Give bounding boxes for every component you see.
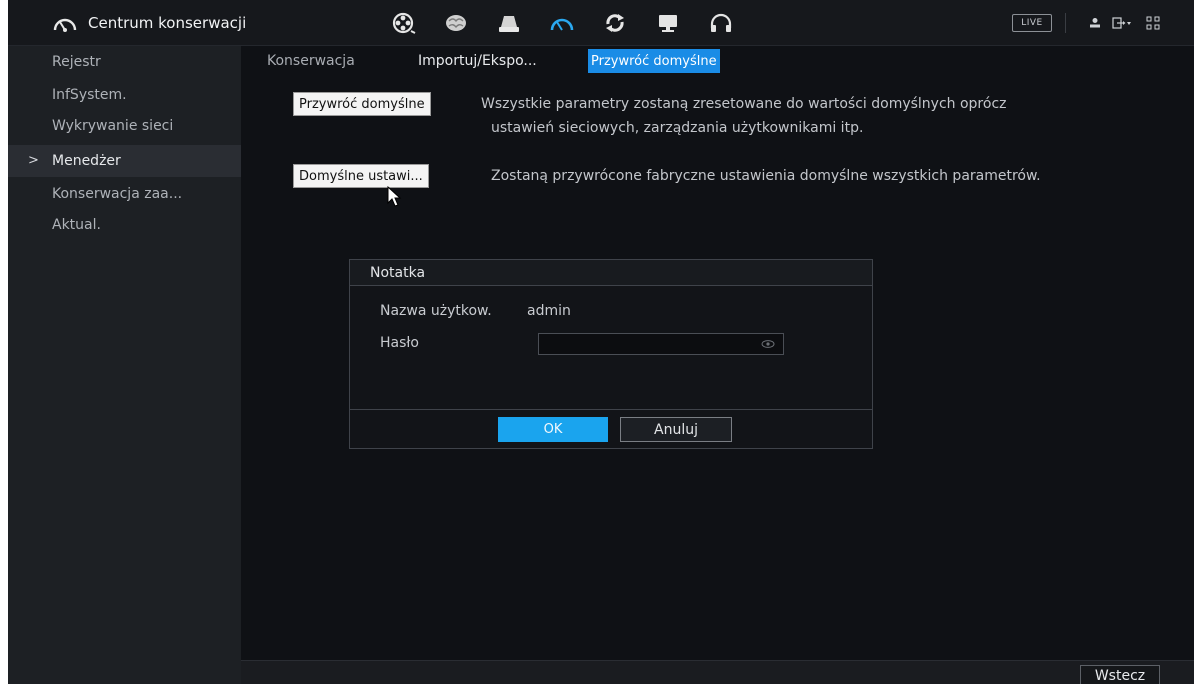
monitor-icon[interactable]: [651, 9, 685, 37]
sidebar-item-advanced-maintenance[interactable]: Konserwacja zaa...: [8, 178, 241, 210]
speedometer-icon[interactable]: [545, 9, 579, 37]
divider: [1065, 13, 1066, 33]
note-dialog: Notatka Nazwa użytkow. admin Hasło OK An…: [349, 259, 873, 449]
tab-maintenance[interactable]: Konserwacja: [264, 49, 358, 73]
sidebar-item-label: InfSystem.: [52, 87, 127, 103]
restore-defaults-button[interactable]: Przywróć domyślne: [293, 92, 431, 116]
bottom-bar: Wstecz: [241, 660, 1194, 684]
sync-icon[interactable]: [598, 9, 632, 37]
sidebar-item-label: Menedżer: [52, 153, 121, 169]
tab-restore-defaults[interactable]: Przywróć domyślne: [588, 49, 720, 73]
dialog-title: Notatka: [350, 260, 872, 286]
password-field[interactable]: [538, 333, 784, 355]
sidebar-item-update[interactable]: Aktual.: [8, 209, 241, 241]
factory-defaults-button[interactable]: Domyślne ustawi...: [293, 164, 429, 188]
user-icon[interactable]: [1086, 14, 1104, 32]
top-bar: Centrum konserwacji LIVE: [8, 0, 1194, 46]
sidebar-item-label: Rejestr: [52, 54, 101, 70]
dialog-divider: [350, 409, 872, 410]
app-title-label: Centrum konserwacji: [88, 14, 247, 32]
storage-icon[interactable]: [492, 9, 526, 37]
brain-icon[interactable]: [439, 9, 473, 37]
chevron-right-icon: >: [28, 153, 39, 168]
restore-defaults-description: Wszystkie parametry zostaną zresetowane …: [481, 96, 1007, 112]
qr-grid-icon[interactable]: [1144, 14, 1162, 32]
speedometer-icon: [53, 18, 77, 32]
live-button[interactable]: LIVE: [1012, 14, 1052, 32]
app-title: Centrum konserwacji: [52, 0, 246, 46]
film-reel-icon[interactable]: [386, 9, 420, 37]
sidebar-item-infsystem[interactable]: InfSystem.: [8, 79, 241, 111]
sidebar-item-network-detection[interactable]: Wykrywanie sieci: [8, 110, 241, 142]
logout-icon[interactable]: [1110, 14, 1134, 32]
back-button[interactable]: Wstecz: [1080, 665, 1160, 684]
ok-button[interactable]: OK: [498, 417, 608, 442]
username-value: admin: [527, 303, 571, 319]
username-label: Nazwa użytkow.: [380, 303, 492, 319]
mouse-cursor-icon: [387, 186, 402, 207]
sidebar-item-label: Wykrywanie sieci: [52, 118, 174, 134]
password-label: Hasło: [380, 335, 419, 351]
maintenance-window: Centrum konserwacji LIVE Rejestr InfSyst…: [8, 0, 1194, 684]
sidebar: Rejestr InfSystem. Wykrywanie sieci > Me…: [8, 46, 241, 684]
restore-defaults-description-line2: ustawień sieciowych, zarządzania użytkow…: [491, 120, 864, 136]
sidebar-item-rejestr[interactable]: Rejestr: [8, 46, 241, 78]
sidebar-item-manager[interactable]: > Menedżer: [8, 145, 241, 177]
cancel-button[interactable]: Anuluj: [620, 417, 732, 442]
factory-defaults-description: Zostaną przywrócone fabryczne ustawienia…: [491, 168, 1041, 184]
headset-icon[interactable]: [704, 9, 738, 37]
tab-import-export[interactable]: Importuj/Ekspo...: [415, 49, 540, 73]
sidebar-item-label: Aktual.: [52, 217, 101, 233]
eye-icon[interactable]: [761, 338, 775, 350]
sidebar-item-label: Konserwacja zaa...: [52, 186, 183, 202]
